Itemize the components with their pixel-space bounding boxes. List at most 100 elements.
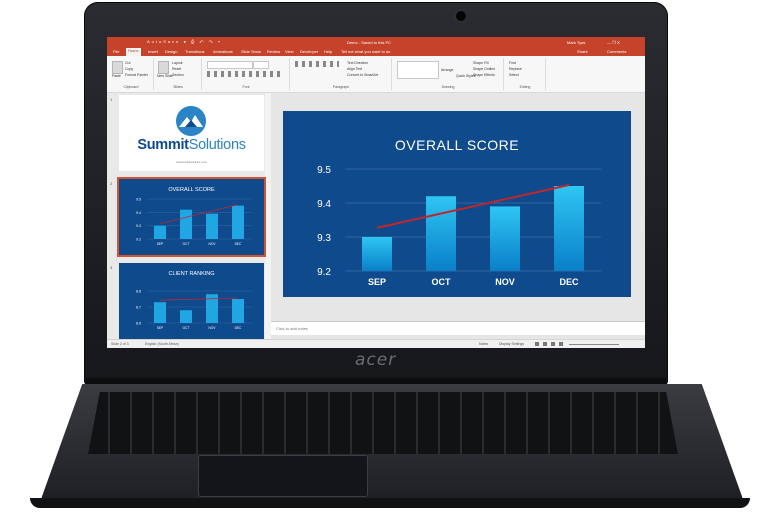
x-tick-label: OCT: [183, 242, 190, 246]
thumbnail-number: 1: [110, 97, 113, 102]
company-logo-text: SummitSolutions: [119, 137, 264, 153]
comments-button[interactable]: Comments: [607, 49, 626, 54]
new-slide-button[interactable]: New Slide: [157, 74, 173, 78]
paste-icon[interactable]: [112, 61, 123, 74]
y-tick-label: 8.6: [136, 322, 141, 326]
zoom-slider[interactable]: [569, 344, 619, 345]
y-tick-label: 9.2: [317, 267, 331, 278]
tab-help[interactable]: Help: [324, 49, 332, 54]
x-tick-label: SEP: [157, 242, 163, 246]
font-name-box[interactable]: [207, 61, 253, 69]
align-text-button[interactable]: Align Text: [347, 67, 362, 71]
shape-effects-button[interactable]: Shape Effects: [473, 73, 495, 77]
chart-title: OVERALL SCORE: [394, 137, 520, 153]
text-direction-button[interactable]: Text Direction: [347, 61, 368, 65]
thumbnail-chart: 9.5 9.4 9.3 9.2 SEP OCT NOV DEC: [136, 198, 251, 246]
slide-thumbnail-3[interactable]: CLIENT RANKING 8.8 8.7 8.6 SEP OCT NOV DEC: [119, 263, 264, 339]
tab-transitions[interactable]: Transitions: [185, 49, 204, 54]
notes-pane[interactable]: Click to add notes: [271, 321, 645, 335]
find-button[interactable]: Find: [509, 61, 516, 65]
group-editing: Find Replace Select Editing: [505, 58, 546, 90]
layout-button[interactable]: Layout: [172, 61, 183, 65]
laptop-base-edge: [30, 498, 750, 508]
replace-button[interactable]: Replace: [509, 67, 522, 71]
arrange-button[interactable]: Arrange: [441, 68, 453, 72]
thumb-bar: [154, 302, 166, 323]
tab-design[interactable]: Design: [165, 49, 177, 54]
group-label: Font: [242, 85, 250, 89]
x-tick-label: SEP: [157, 326, 163, 330]
tell-me-search[interactable]: Tell me what you want to do: [341, 49, 390, 54]
thumbnail-title: OVERALL SCORE: [168, 187, 215, 193]
x-tick-label: NOV: [495, 277, 515, 287]
slide-thumbnail-1[interactable]: SummitSolutions www.summitsolutions.co.z…: [119, 95, 264, 171]
tab-review[interactable]: Review: [267, 49, 280, 54]
slide-counter: Slide 2 of 3: [111, 342, 129, 346]
tab-slide-show[interactable]: Slide Show: [241, 49, 261, 54]
window-title: Demo - Saved to this PC: [347, 40, 392, 45]
cut-button[interactable]: Cut: [125, 61, 130, 65]
bar-chart: 9.5 9.4 9.3 9.2 SEP OCT NOV DEC: [317, 165, 601, 287]
section-button[interactable]: Section: [172, 73, 184, 77]
y-tick-label: 8.7: [136, 306, 141, 310]
font-size-box[interactable]: [253, 61, 269, 69]
slide-thumbnail-2[interactable]: OVERALL SCORE 9.5 9.4 9.3 9.2 SEP OCT NOV DEC: [117, 177, 266, 257]
user-name[interactable]: Mark Tyas: [567, 40, 585, 45]
ribbon: Paste Cut Copy Format Painter Clipboard …: [107, 56, 645, 93]
thumb-bar: [180, 209, 192, 239]
quick-access-toolbar[interactable]: AutoSave ● ⎙ ↶ ↷ ▾: [147, 39, 222, 44]
reset-button[interactable]: Reset: [172, 67, 181, 71]
window-controls[interactable]: — ❐ ✕: [607, 40, 620, 45]
group-slides: New Slide Layout Reset Section Slides: [155, 58, 202, 90]
new-slide-icon[interactable]: [158, 61, 169, 74]
select-button[interactable]: Select: [509, 73, 519, 77]
font-format-buttons[interactable]: [207, 71, 281, 77]
convert-smartart-button[interactable]: Convert to SmartArt: [347, 73, 378, 77]
group-font: Font: [203, 58, 290, 90]
tab-developer[interactable]: Developer: [300, 49, 318, 54]
tab-insert[interactable]: Insert: [148, 49, 158, 54]
x-tick-label: OCT: [432, 277, 452, 287]
shape-fill-button[interactable]: Shape Fill: [473, 61, 489, 65]
status-bar: Slide 2 of 3 English (South Africa) Note…: [107, 339, 645, 348]
tab-animations[interactable]: Animations: [213, 49, 233, 54]
tab-file[interactable]: File: [113, 49, 119, 54]
keyboard: [88, 392, 678, 454]
thumb-bar: [232, 299, 244, 323]
bar-dec: [554, 186, 584, 271]
shapes-gallery[interactable]: [397, 61, 439, 79]
company-url: www.summitsolutions.co.za: [176, 161, 207, 164]
summit-logo-icon: [176, 106, 206, 136]
thumbnail-number: 2: [110, 181, 113, 186]
ribbon-tabs: File Home Insert Design Transitions Anim…: [107, 47, 645, 56]
view-buttons[interactable]: [535, 342, 563, 346]
format-painter-button[interactable]: Format Painter: [125, 73, 148, 77]
current-slide[interactable]: OVERALL SCORE 9.5 9.4 9.3 9.2 SEP OCT NOV DEC: [283, 111, 631, 297]
thumb-bar: [180, 310, 192, 323]
touchpad: [198, 455, 368, 497]
paragraph-buttons[interactable]: [295, 61, 339, 67]
x-tick-label: DEC: [235, 326, 242, 330]
notes-toggle[interactable]: Notes: [479, 342, 488, 346]
group-label: Drawing: [441, 85, 455, 89]
x-tick-label: DEC: [235, 242, 242, 246]
display-settings-button[interactable]: Display Settings: [499, 342, 524, 346]
bar-nov: [490, 206, 520, 271]
copy-button[interactable]: Copy: [125, 67, 133, 71]
y-tick-label: 9.5: [136, 198, 141, 202]
tab-home[interactable]: Home: [126, 48, 141, 56]
y-tick-label: 9.3: [136, 224, 141, 228]
language-indicator[interactable]: English (South Africa): [145, 342, 179, 346]
thumbnail-chart: 8.8 8.7 8.6 SEP OCT NOV DEC: [136, 290, 251, 330]
paste-button[interactable]: Paste: [112, 74, 121, 78]
tab-view[interactable]: View: [285, 49, 294, 54]
logo-text-summit: Summit: [137, 137, 189, 153]
share-button[interactable]: Share: [577, 49, 588, 54]
screen: AutoSave ● ⎙ ↶ ↷ ▾ Demo - Saved to this …: [107, 37, 645, 348]
slide-thumbnails-pane: 1 SummitSolutions www.summitsolutions.co…: [107, 93, 266, 339]
thumb-bar: [154, 225, 166, 239]
x-tick-label: NOV: [209, 326, 217, 330]
group-clipboard: Paste Cut Copy Format Painter Clipboard: [109, 58, 154, 90]
y-tick-label: 8.8: [136, 290, 141, 294]
shape-outline-button[interactable]: Shape Outline: [473, 67, 495, 71]
